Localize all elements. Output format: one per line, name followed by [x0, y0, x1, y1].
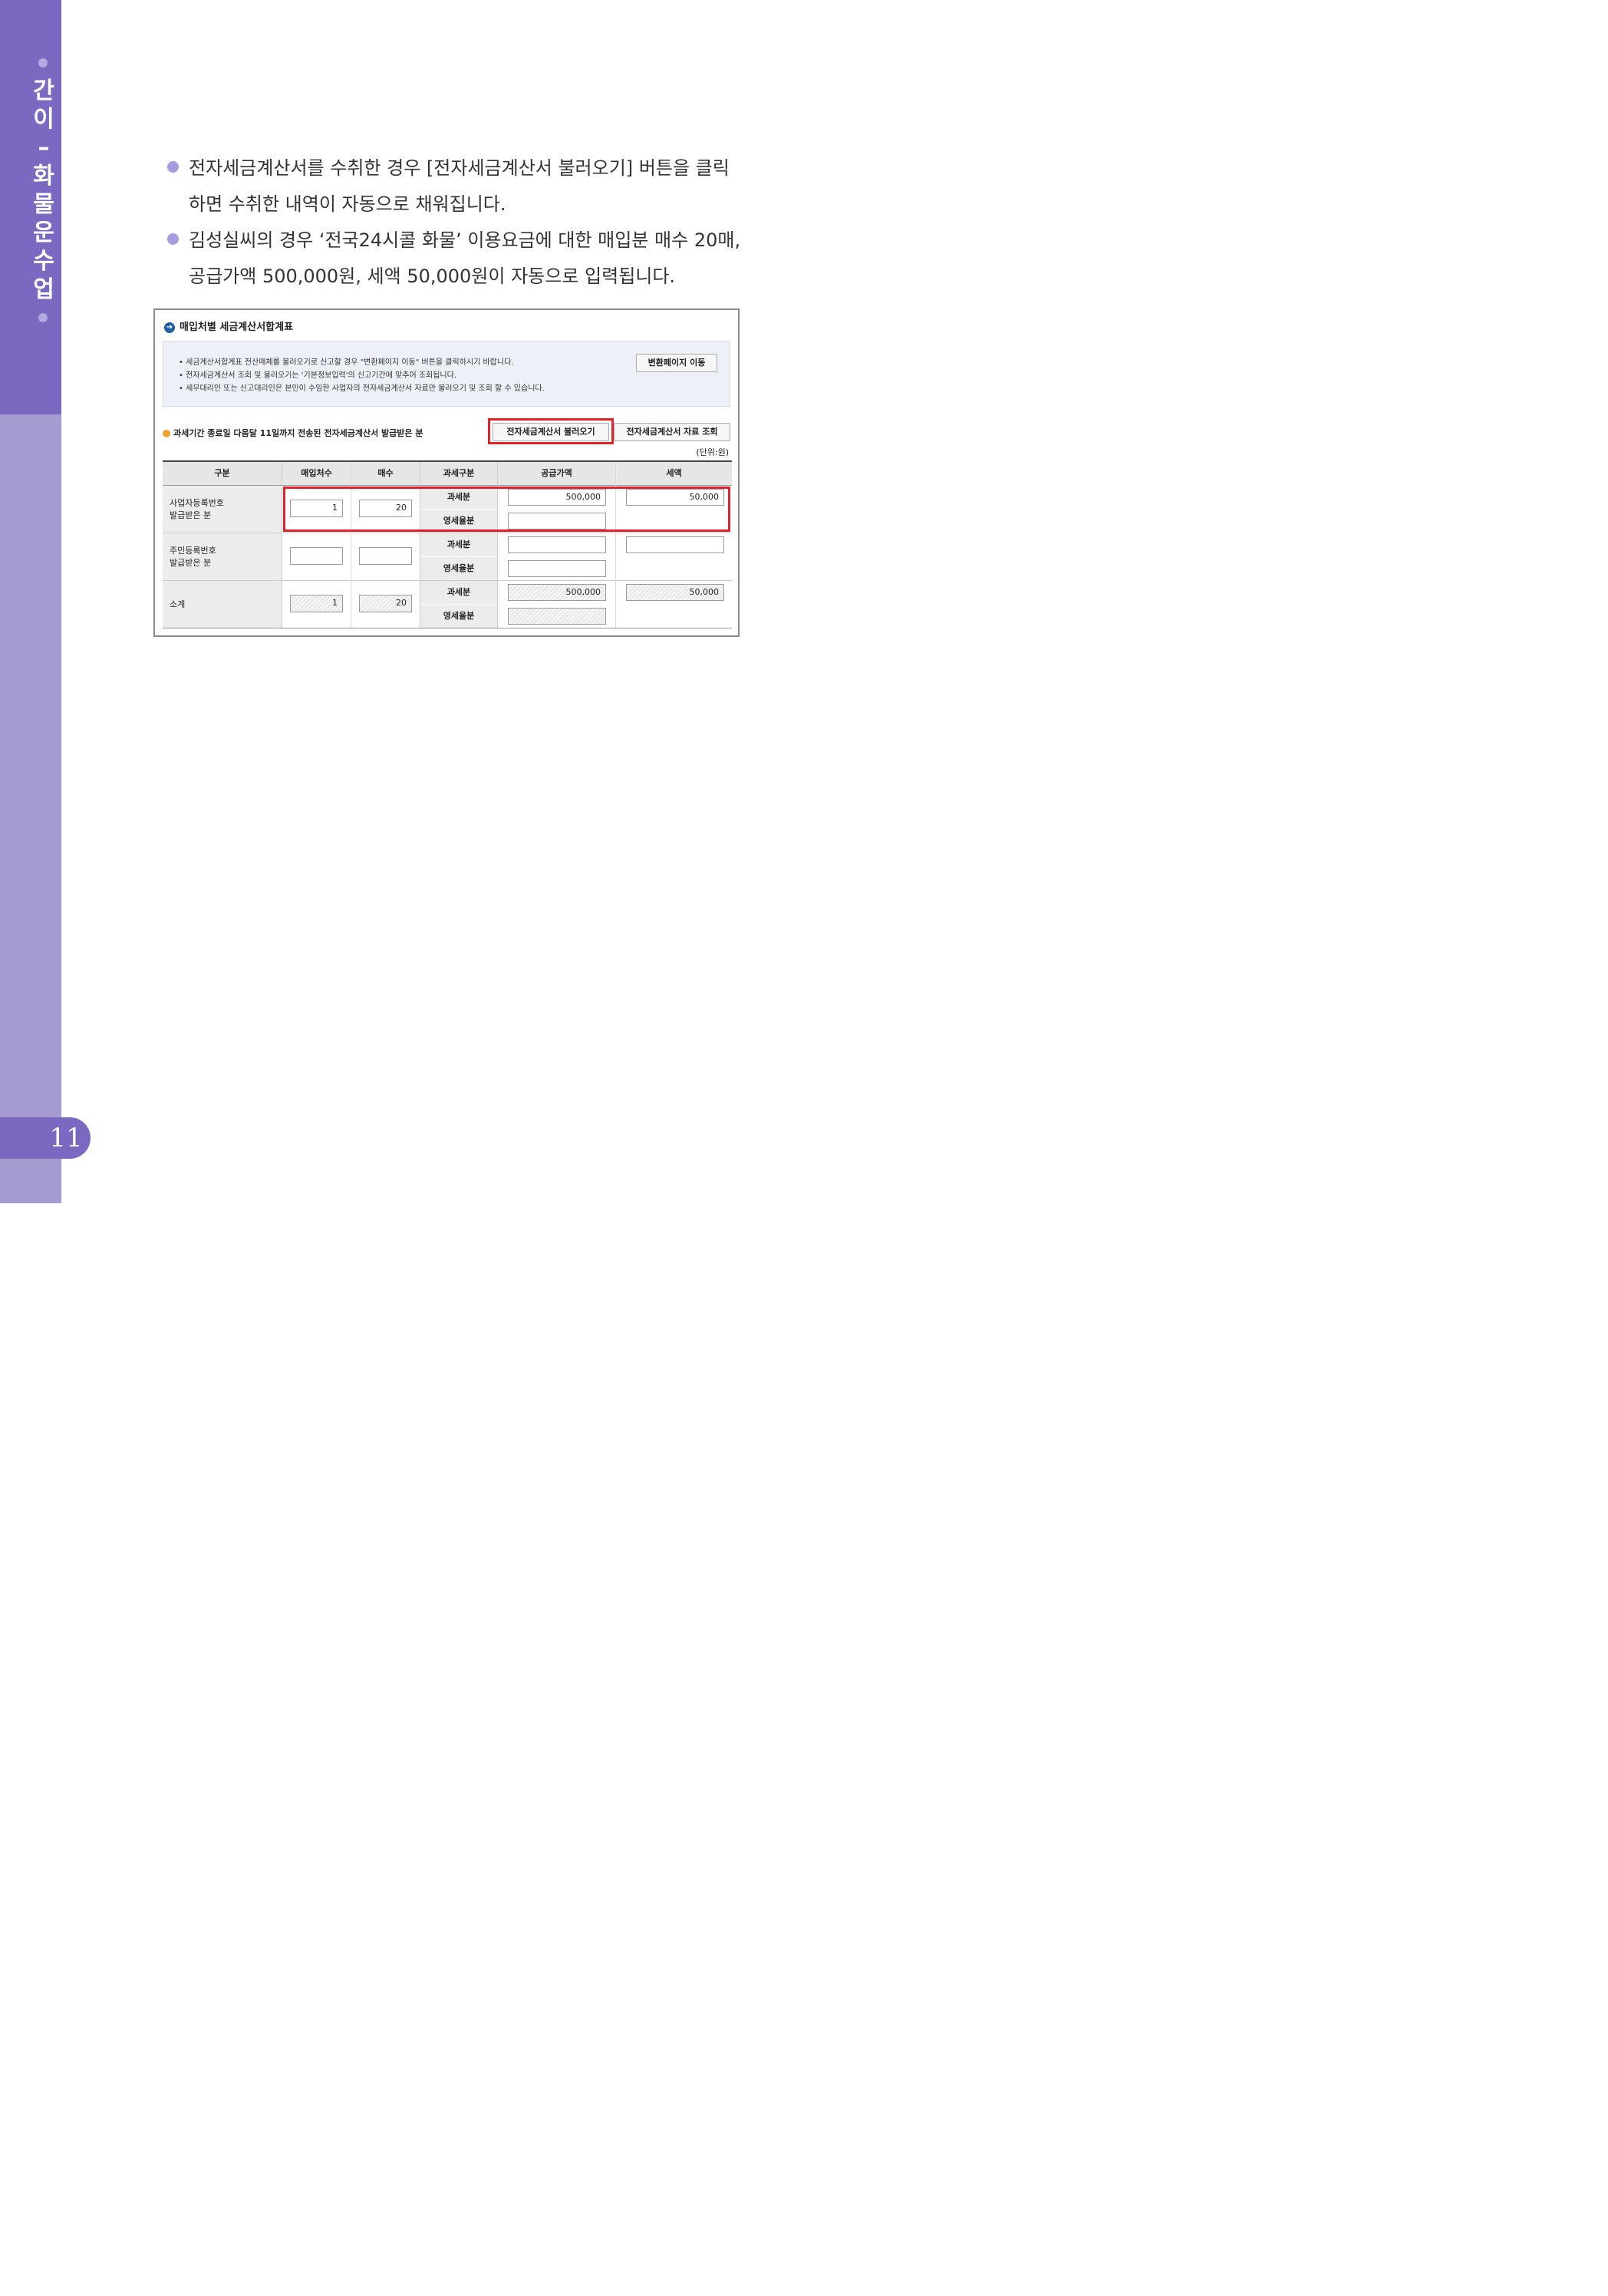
- unit-label: (단위:원): [696, 447, 729, 457]
- row-label-line: 사업자등록번호: [170, 498, 224, 508]
- header-supply-amount: 공급가액: [498, 462, 615, 485]
- bullet-item: 전자세금계산서를 수취한 경우 [전자세금계산서 불러오기] 버튼을 클릭 하면…: [166, 150, 749, 223]
- tax-type-taxable: 과세분: [420, 533, 497, 556]
- supply-amount-zero-input[interactable]: [508, 560, 606, 577]
- header-count: 매수: [351, 462, 420, 485]
- page-number: 11: [49, 1123, 83, 1153]
- header-tax-amount: 세액: [616, 462, 732, 485]
- supply-amount-taxable-subtotal: 500,000: [508, 584, 606, 601]
- bullet-item: 김성실씨의 경우 ‘전국24시콜 화물’ 이용요금에 대한 매입분 매수 20매…: [166, 223, 749, 295]
- header-category: 구분: [163, 462, 282, 485]
- row-highlight: [283, 487, 730, 532]
- bullet-line: 김성실씨의 경우 ‘전국24시콜 화물’ 이용요금에 대한 매입분 매수 20매…: [189, 229, 741, 251]
- chapter-title: 간 이 – 화 물 운 수 업: [29, 77, 58, 304]
- row-label-line: 소계: [170, 599, 186, 609]
- sidebar-dot-top: [38, 58, 48, 68]
- tax-invoice-summary-screenshot: ➔ 매입처별 세금계산서합계표 • 세금계산서합계표 전산매체를 불러오기로 신고…: [153, 308, 740, 637]
- row-label-line: 발급받은 분: [170, 510, 212, 520]
- invoice-count-input[interactable]: [359, 547, 412, 565]
- chapter-char: 물: [33, 191, 54, 218]
- header-tax-type: 과세구분: [420, 462, 497, 485]
- section-label-text: 과세기간 종료일 다음달 11일까지 전송된 전자세금계산서 발급받은 분: [173, 428, 423, 438]
- tax-type-zero-rated: 영세율분: [420, 605, 497, 628]
- vendor-count-subtotal: 1: [290, 595, 343, 612]
- chapter-char: 간: [33, 78, 54, 104]
- row-label: 사업자등록번호 발급받은 분: [163, 486, 282, 533]
- row-label: 주민등록번호 발급받은 분: [163, 533, 282, 580]
- bullet-dot-icon: [167, 161, 179, 173]
- bullet-dot-icon: [167, 233, 179, 245]
- vendor-count-input[interactable]: [290, 547, 343, 565]
- invoice-count-subtotal: 20: [359, 595, 412, 612]
- bullet-line: 전자세금계산서를 수취한 경우 [전자세금계산서 불러오기] 버튼을 클릭: [189, 157, 730, 179]
- load-button-highlight: [488, 418, 614, 444]
- orange-bullet-icon: [163, 430, 170, 437]
- notice-line: • 전자세금계산서 조회 및 불러오기는 '기본정보입력'의 신고기간에 맞추어…: [179, 371, 457, 380]
- bullet-line: 하면 수취한 내역이 자동으로 채워집니다.: [189, 193, 506, 215]
- notice-box: • 세금계산서합계표 전산매체를 불러오기로 신고할 경우 "변환페이지 이동"…: [163, 341, 730, 407]
- figure-title-text: 매입처별 세금계산서합계표: [180, 322, 294, 333]
- section-label: 과세기간 종료일 다음달 11일까지 전송된 전자세금계산서 발급받은 분: [163, 427, 423, 439]
- sidebar-dot-bottom: [38, 313, 48, 322]
- tax-amount-taxable-subtotal: 50,000: [626, 584, 724, 601]
- sidebar-bottom-band: [0, 414, 61, 1203]
- bullet-list: 전자세금계산서를 수취한 경우 [전자세금계산서 불러오기] 버튼을 클릭 하면…: [166, 150, 749, 295]
- arrow-circle-icon: ➔: [164, 322, 175, 333]
- figure-title: ➔ 매입처별 세금계산서합계표: [164, 318, 293, 333]
- supply-amount-taxable-input[interactable]: [508, 536, 606, 553]
- notice-line: • 세금계산서합계표 전산매체를 불러오기로 신고할 경우 "변환페이지 이동"…: [179, 358, 514, 367]
- chapter-char: 업: [33, 276, 54, 303]
- row-label-line: 주민등록번호: [170, 546, 216, 556]
- query-e-invoice-button[interactable]: 전자세금계산서 자료 조회: [614, 423, 730, 441]
- row-label-line: 발급받은 분: [170, 558, 212, 568]
- chapter-char: 이: [33, 106, 54, 133]
- header-vendors: 매입처수: [282, 462, 351, 485]
- bullet-line: 공급가액 500,000원, 세액 50,000원이 자동으로 입력됩니다.: [189, 266, 676, 287]
- supply-amount-zero-subtotal: [508, 608, 606, 625]
- chapter-char: 운: [33, 219, 54, 246]
- tax-type-taxable: 과세분: [420, 581, 497, 604]
- chapter-char: 화: [33, 163, 54, 190]
- chapter-char: 수: [33, 248, 54, 275]
- tax-type-zero-rated: 영세율분: [420, 557, 497, 580]
- row-label: 소계: [163, 581, 282, 628]
- convert-page-button[interactable]: 변환페이지 이동: [636, 354, 717, 372]
- chapter-char: –: [38, 134, 50, 161]
- tax-amount-taxable-input[interactable]: [626, 536, 724, 553]
- notice-line: • 세무대리인 또는 신고대리인은 본인이 수임한 사업자의 전자세금계산서 자…: [179, 384, 545, 393]
